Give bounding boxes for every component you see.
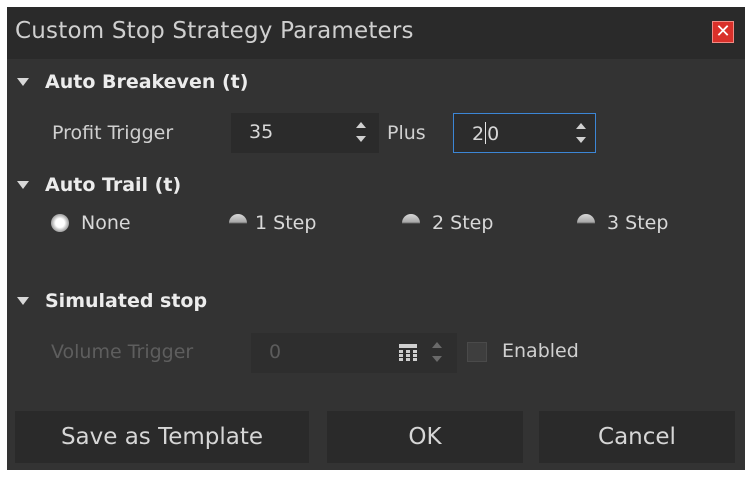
profit-trigger-stepper[interactable]: 35 xyxy=(231,113,379,153)
auto-trail-header[interactable]: Auto Trail (t) xyxy=(17,171,181,199)
spin-arrows-icon[interactable] xyxy=(355,120,367,146)
spin-arrows-icon[interactable] xyxy=(575,121,587,147)
volume-trigger-value[interactable]: 0 xyxy=(269,341,281,363)
radio-none-label: None xyxy=(81,212,131,234)
cancel-button[interactable]: Cancel xyxy=(539,411,735,463)
ok-button[interactable]: OK xyxy=(327,411,523,463)
profit-trigger-label: Profit Trigger xyxy=(52,122,174,144)
save-as-template-button[interactable]: Save as Template xyxy=(15,411,309,463)
radio-3-step-label: 3 Step xyxy=(607,212,669,234)
spin-up-icon[interactable] xyxy=(356,122,366,128)
radio-none[interactable]: None xyxy=(51,208,131,238)
collapse-triangle-icon xyxy=(17,181,29,189)
plus-value-after: 0 xyxy=(487,123,500,145)
dialog-title: Custom Stop Strategy Parameters xyxy=(15,18,414,44)
title-bar: Custom Stop Strategy Parameters ✕ xyxy=(7,7,745,59)
auto-breakeven-label: Auto Breakeven (t) xyxy=(45,71,249,93)
spin-up-icon[interactable] xyxy=(432,342,442,348)
spin-arrows-icon[interactable] xyxy=(431,340,443,366)
calculator-icon[interactable] xyxy=(399,344,417,362)
enabled-label: Enabled xyxy=(502,340,579,362)
radio-1-step-label: 1 Step xyxy=(255,212,317,234)
close-button[interactable]: ✕ xyxy=(712,21,734,43)
radio-1-step[interactable]: 1 Step xyxy=(229,208,316,238)
plus-label: Plus xyxy=(387,122,426,144)
radio-2-step[interactable]: 2 Step xyxy=(402,208,493,238)
custom-stop-strategy-dialog: Custom Stop Strategy Parameters ✕ Auto B… xyxy=(7,7,745,470)
plus-value-before: 2 xyxy=(472,123,485,145)
simulated-stop-header[interactable]: Simulated stop xyxy=(17,287,207,315)
plus-value[interactable]: 20 xyxy=(472,122,499,145)
radio-unchecked-icon[interactable] xyxy=(577,214,595,232)
auto-breakeven-header[interactable]: Auto Breakeven (t) xyxy=(17,68,248,96)
spin-up-icon[interactable] xyxy=(576,123,586,129)
radio-checked-icon[interactable] xyxy=(51,214,69,232)
radio-2-step-label: 2 Step xyxy=(432,212,494,234)
radio-unchecked-icon[interactable] xyxy=(229,214,247,232)
spin-down-icon[interactable] xyxy=(432,356,442,362)
enabled-checkbox[interactable] xyxy=(467,342,487,362)
collapse-triangle-icon xyxy=(17,297,29,305)
spin-down-icon[interactable] xyxy=(576,137,586,143)
volume-trigger-label: Volume Trigger xyxy=(51,341,194,363)
profit-trigger-value[interactable]: 35 xyxy=(249,121,273,143)
auto-trail-label: Auto Trail (t) xyxy=(45,174,182,196)
volume-trigger-stepper[interactable]: 0 xyxy=(251,333,457,373)
collapse-triangle-icon xyxy=(17,78,29,86)
text-cursor xyxy=(485,122,487,144)
plus-stepper[interactable]: 20 xyxy=(453,113,596,153)
radio-unchecked-icon[interactable] xyxy=(402,214,420,232)
simulated-stop-label: Simulated stop xyxy=(45,290,208,312)
spin-down-icon[interactable] xyxy=(356,136,366,142)
radio-3-step[interactable]: 3 Step xyxy=(577,208,668,238)
